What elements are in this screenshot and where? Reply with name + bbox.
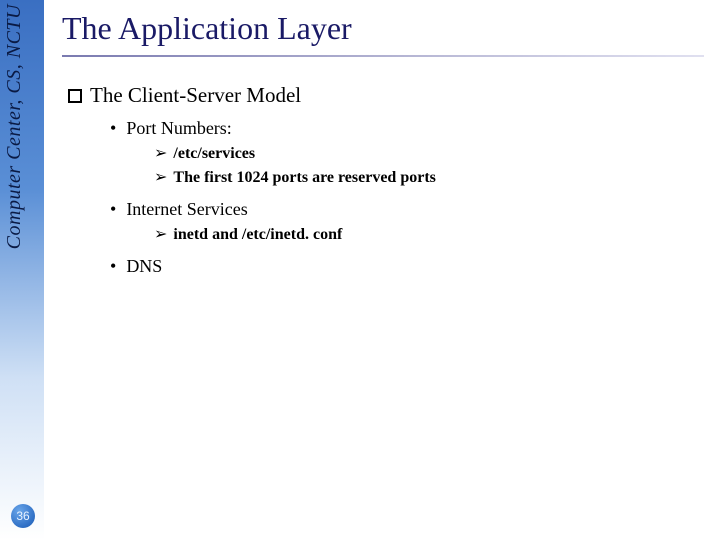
dot-bullet-icon: • bbox=[110, 256, 116, 277]
square-bullet-icon bbox=[68, 89, 82, 103]
arrow-bullet-icon: ➢ bbox=[154, 143, 167, 163]
outline-level2-item: • DNS bbox=[110, 256, 704, 277]
slide-title: The Application Layer bbox=[62, 10, 704, 53]
level2-text: Port Numbers: bbox=[126, 118, 232, 138]
level2-text: DNS bbox=[126, 256, 162, 276]
level3-text: /etc/services bbox=[173, 145, 255, 162]
title-underline bbox=[62, 55, 704, 57]
outline-level1: The Client-Server Model bbox=[68, 83, 704, 108]
level1-text: The Client-Server Model bbox=[90, 83, 301, 107]
slide: Computer Center, CS, NCTU 36 The Applica… bbox=[0, 0, 720, 540]
outline-level2-item: • Internet Services bbox=[110, 199, 704, 220]
outline-level3-item: ➢ The first 1024 ports are reserved ports bbox=[154, 167, 704, 187]
dot-bullet-icon: • bbox=[110, 118, 116, 139]
arrow-bullet-icon: ➢ bbox=[154, 167, 167, 187]
outline-level3-item: ➢ inetd and /etc/inetd. conf bbox=[154, 224, 704, 244]
page-number-badge: 36 bbox=[11, 504, 35, 528]
level3-text: inetd and /etc/inetd. conf bbox=[173, 226, 342, 243]
content-area: The Application Layer The Client-Server … bbox=[62, 10, 704, 279]
outline-level2-item: • Port Numbers: bbox=[110, 118, 704, 139]
dot-bullet-icon: • bbox=[110, 199, 116, 220]
level2-text: Internet Services bbox=[126, 199, 247, 219]
outline-level3-item: ➢ /etc/services bbox=[154, 143, 704, 163]
arrow-bullet-icon: ➢ bbox=[154, 224, 167, 244]
level3-text: The first 1024 ports are reserved ports bbox=[173, 169, 435, 186]
sidebar-institution-label: Computer Center, CS, NCTU bbox=[3, 4, 26, 249]
sidebar-gradient: Computer Center, CS, NCTU bbox=[0, 0, 44, 540]
